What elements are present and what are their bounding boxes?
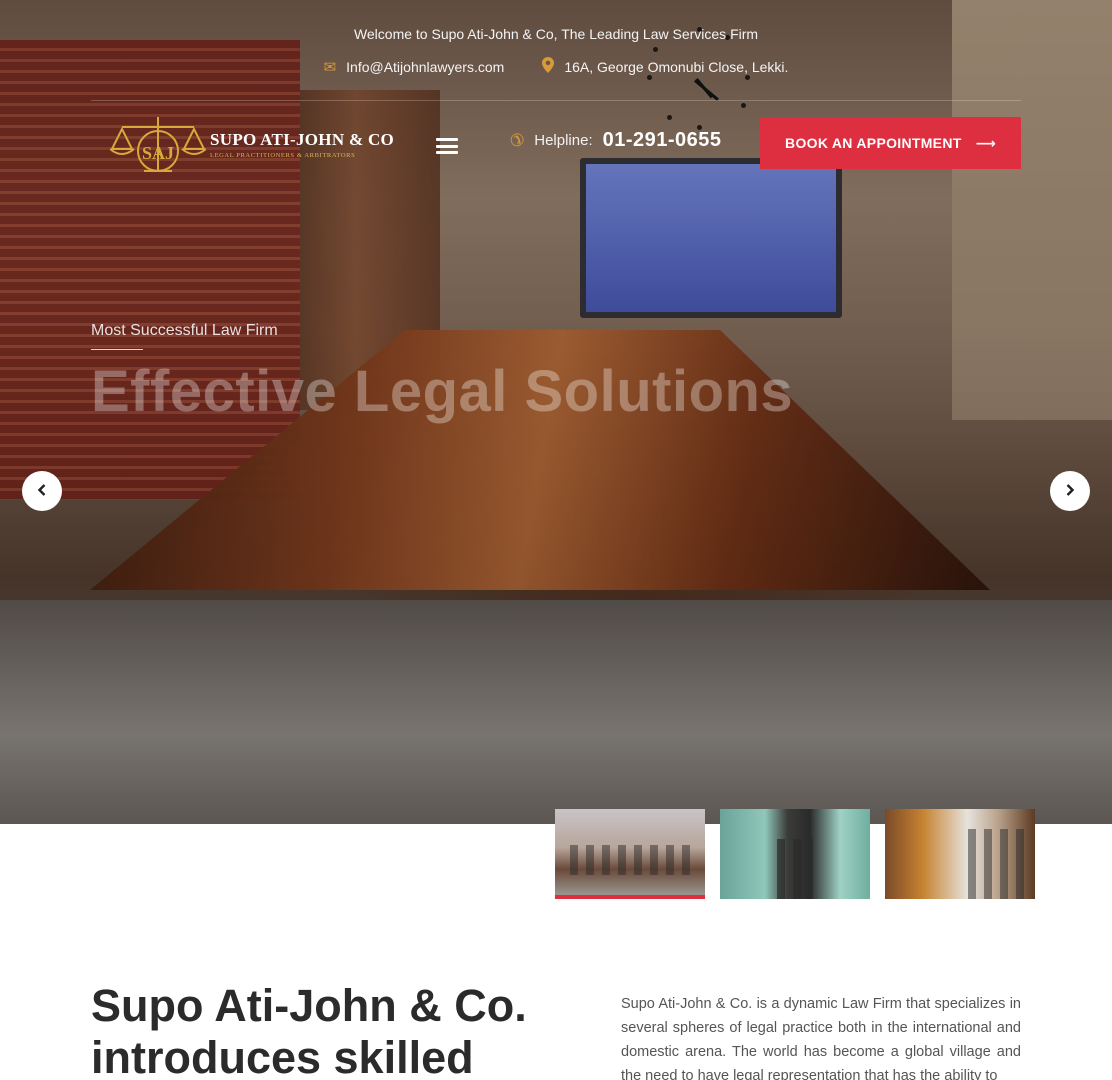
top-info-bar: Welcome to Supo Ati-John & Co, The Leadi… xyxy=(0,0,1112,100)
helpline-label: Helpline: xyxy=(534,132,593,149)
about-text: Supo Ati-John & Co. is a dynamic Law Fir… xyxy=(621,996,1021,1080)
slide-subtitle-underline xyxy=(91,349,143,350)
site-header: SAJ SUPO ATI-JOHN & CO LEGAL PRACTITIONE… xyxy=(0,101,1112,191)
address-text: 16A, George Omonubi Close, Lekki. xyxy=(564,59,789,75)
slider-thumbnails xyxy=(555,809,1035,899)
welcome-text: Welcome to Supo Ati-John & Co, The Leadi… xyxy=(353,26,759,42)
arrow-right-icon: ⟶ xyxy=(975,134,996,151)
email-text[interactable]: Info@Atijohnlawyers.com xyxy=(346,59,504,75)
map-pin-icon xyxy=(542,57,555,77)
phone-icon: ✆ xyxy=(510,130,525,150)
slide-subtitle: Most Successful Law Firm xyxy=(91,322,278,339)
slide-title: Effective Legal Solutions xyxy=(91,359,794,424)
logo-title: SUPO ATI-JOHN & CO xyxy=(210,129,395,149)
chevron-left-icon xyxy=(37,483,46,499)
helpline[interactable]: ✆ Helpline: 01-291-0655 xyxy=(510,129,722,152)
hamburger-menu-icon[interactable] xyxy=(436,136,458,156)
chevron-right-icon xyxy=(1066,483,1075,499)
about-heading: Supo Ati-John & Co. introduces skilled xyxy=(91,980,527,1080)
slide-thumbnail-1[interactable] xyxy=(555,809,705,899)
slider-prev-button[interactable] xyxy=(22,471,62,511)
slide-thumbnail-2[interactable] xyxy=(720,809,870,899)
book-appointment-label: BOOK AN APPOINTMENT xyxy=(785,135,962,151)
scales-logo-icon: SAJ xyxy=(109,113,207,175)
book-appointment-button[interactable]: BOOK AN APPOINTMENT ⟶ xyxy=(760,117,1021,169)
site-logo[interactable]: SAJ SUPO ATI-JOHN & CO LEGAL PRACTITIONE… xyxy=(109,113,394,175)
slide-thumbnail-3[interactable] xyxy=(885,809,1035,899)
logo-tagline: LEGAL PRACTITIONERS & ARBITRATORS xyxy=(210,151,356,159)
slider-next-button[interactable] xyxy=(1050,471,1090,511)
email-contact[interactable]: ✉ Info@Atijohnlawyers.com xyxy=(324,57,505,77)
helpline-number[interactable]: 01-291-0655 xyxy=(603,129,722,152)
logo-text: SUPO ATI-JOHN & CO LEGAL PRACTITIONERS &… xyxy=(210,130,394,159)
envelope-icon: ✉ xyxy=(323,59,337,76)
address-contact: 16A, George Omonubi Close, Lekki. xyxy=(542,57,788,77)
contact-info: ✉ Info@Atijohnlawyers.com 16A, George Om… xyxy=(0,57,1112,77)
logo-monogram: SAJ xyxy=(142,143,174,163)
